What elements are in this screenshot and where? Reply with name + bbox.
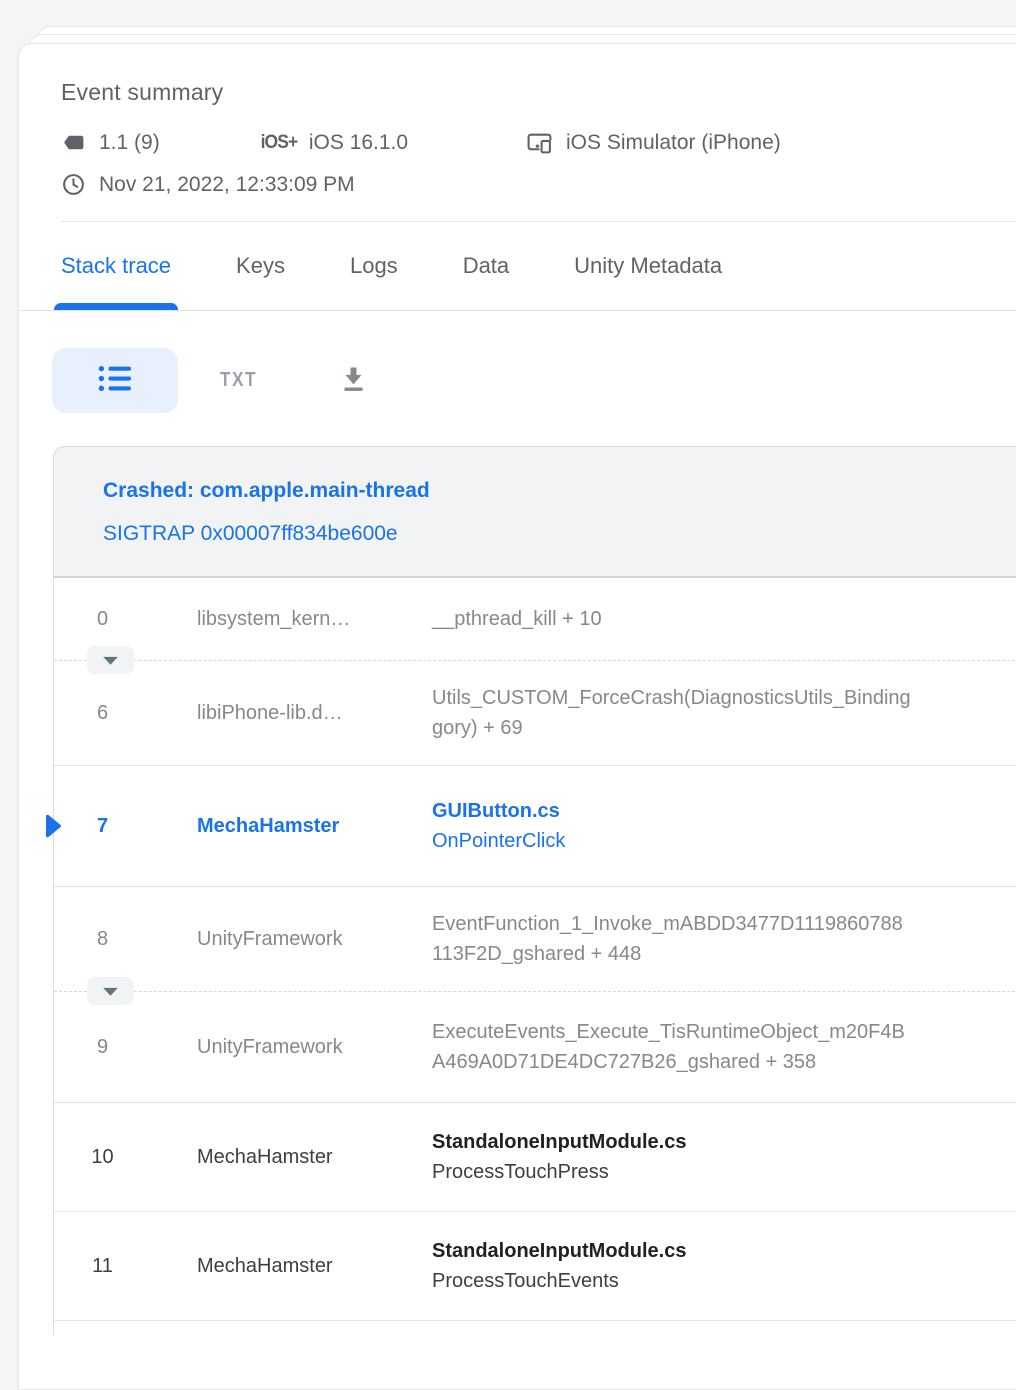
txt-view-button[interactable]: TXT xyxy=(220,369,257,392)
event-meta-row-1: 1.1 (9) iOS+ iOS 16.1.0 iOS Simulator (i… xyxy=(61,130,1016,155)
os-version-label: iOS 16.1.0 xyxy=(309,131,408,155)
frame-symbol: GUIButton.cs OnPointerClick xyxy=(432,796,1016,856)
frame-symbol: __pthread_kill + 10 xyxy=(432,604,1016,634)
frame-symbol: EventFunction_1_Invoke_mABDD3477D1119860… xyxy=(432,909,1016,969)
frame-library: UnityFramework xyxy=(151,928,432,951)
tab-keys[interactable]: Keys xyxy=(236,222,285,310)
event-meta-row-2: Nov 21, 2022, 12:33:09 PM xyxy=(61,172,1016,197)
crashed-thread-title: Crashed: com.apple.main-thread xyxy=(103,477,1016,505)
device-model: iOS Simulator (iPhone) xyxy=(526,130,781,155)
app-version-label: 1.1 (9) xyxy=(99,131,160,155)
symbol-line: Utils_CUSTOM_ForceCrash(DiagnosticsUtils… xyxy=(432,683,1016,713)
symbol-file: StandaloneInputModule.cs xyxy=(432,1236,1016,1266)
device-model-label: iOS Simulator (iPhone) xyxy=(566,131,781,155)
tab-label: Keys xyxy=(236,253,285,279)
active-tab-underline xyxy=(54,303,178,310)
event-timestamp: Nov 21, 2022, 12:33:09 PM xyxy=(61,172,355,197)
crash-frame-marker-icon xyxy=(44,813,62,839)
frame-symbol: StandaloneInputModule.cs ProcessTouchEve… xyxy=(432,1236,1016,1296)
symbol-line: gory) + 69 xyxy=(432,713,1016,743)
tab-label: Stack trace xyxy=(61,253,171,279)
symbol-file-link[interactable]: GUIButton.cs xyxy=(432,796,1016,826)
detail-tabs: Stack trace Keys Logs Data Unity Metadat… xyxy=(19,222,1016,311)
frame-library: UnityFramework xyxy=(151,1036,432,1059)
frame-symbol: ExecuteEvents_Execute_TisRuntimeObject_m… xyxy=(432,1017,1016,1077)
frame-row-10[interactable]: 10 MechaHamster StandaloneInputModule.cs… xyxy=(54,1103,1016,1212)
trace-toolbar: TXT xyxy=(19,311,1016,413)
clock-icon xyxy=(61,172,86,197)
event-timestamp-label: Nov 21, 2022, 12:33:09 PM xyxy=(99,173,355,197)
expand-frames-button[interactable] xyxy=(87,646,134,674)
frame-row-6[interactable]: 6 libiPhone-lib.d… Utils_CUSTOM_ForceCra… xyxy=(54,661,1016,766)
download-icon xyxy=(338,363,369,399)
frame-number: 0 xyxy=(54,608,151,631)
frame-number: 6 xyxy=(54,702,151,725)
tab-stack-trace[interactable]: Stack trace xyxy=(61,222,171,310)
frame-library: MechaHamster xyxy=(151,815,432,838)
tab-data[interactable]: Data xyxy=(463,222,509,310)
crashed-thread-header: Crashed: com.apple.main-thread SIGTRAP 0… xyxy=(53,446,1016,578)
frame-library: MechaHamster xyxy=(151,1146,432,1169)
symbol-line: ExecuteEvents_Execute_TisRuntimeObject_m… xyxy=(432,1017,1016,1047)
os-version: iOS+ iOS 16.1.0 xyxy=(259,131,526,155)
ios-icon: iOS+ xyxy=(261,132,298,154)
frame-library: libiPhone-lib.d… xyxy=(151,702,432,725)
frame-row-8[interactable]: 8 UnityFramework EventFunction_1_Invoke_… xyxy=(54,887,1016,992)
stack-trace-card: Crashed: com.apple.main-thread SIGTRAP 0… xyxy=(53,446,1016,1335)
list-view-icon xyxy=(97,363,134,399)
tab-label: Unity Metadata xyxy=(574,253,722,279)
version-tag-icon xyxy=(61,130,86,155)
crash-signal: SIGTRAP 0x00007ff834be600e xyxy=(103,520,1016,548)
frame-number: 10 xyxy=(54,1146,151,1169)
frame-symbol: Utils_CUSTOM_ForceCrash(DiagnosticsUtils… xyxy=(432,683,1016,743)
frame-symbol: StandaloneInputModule.cs ProcessTouchPre… xyxy=(432,1127,1016,1187)
frame-number: 11 xyxy=(54,1255,151,1278)
event-card: Event summary 1.1 (9) iOS+ iOS 16.1.0 xyxy=(18,43,1016,1390)
frame-library: MechaHamster xyxy=(151,1255,432,1278)
list-view-toggle-button[interactable] xyxy=(52,348,178,413)
symbol-line: 113F2D_gshared + 448 xyxy=(432,939,1016,969)
tab-label: Logs xyxy=(350,253,398,279)
app-version: 1.1 (9) xyxy=(61,130,259,155)
symbol-function: ProcessTouchPress xyxy=(432,1157,1016,1187)
symbol-line: EventFunction_1_Invoke_mABDD3477D1119860… xyxy=(432,909,1016,939)
tab-label: Data xyxy=(463,253,509,279)
frame-row-11[interactable]: 11 MechaHamster StandaloneInputModule.cs… xyxy=(54,1212,1016,1321)
frame-number: 8 xyxy=(54,928,151,951)
symbol-function: ProcessTouchEvents xyxy=(432,1266,1016,1296)
frame-row-0[interactable]: 0 libsystem_kern… __pthread_kill + 10 xyxy=(54,578,1016,661)
tab-logs[interactable]: Logs xyxy=(350,222,398,310)
download-button[interactable] xyxy=(338,363,369,399)
symbol-file: StandaloneInputModule.cs xyxy=(432,1127,1016,1157)
symbol-line: A469A0D71DE4DC727B26_gshared + 358 xyxy=(432,1047,1016,1077)
next-frame-row-partial xyxy=(54,1321,1016,1335)
frame-library: libsystem_kern… xyxy=(151,608,432,631)
page-title: Event summary xyxy=(61,79,1016,106)
tab-unity-metadata[interactable]: Unity Metadata xyxy=(574,222,722,310)
symbol-line: __pthread_kill + 10 xyxy=(432,604,1016,634)
event-summary-section: Event summary 1.1 (9) iOS+ iOS 16.1.0 xyxy=(19,44,1016,222)
frame-row-7-selected[interactable]: 7 MechaHamster GUIButton.cs OnPointerCli… xyxy=(54,766,1016,887)
frame-number: 9 xyxy=(54,1036,151,1059)
frame-number: 7 xyxy=(54,815,151,838)
frame-row-9[interactable]: 9 UnityFramework ExecuteEvents_Execute_T… xyxy=(54,992,1016,1103)
expand-frames-button[interactable] xyxy=(87,977,134,1005)
symbol-function-link[interactable]: OnPointerClick xyxy=(432,826,1016,856)
device-icon xyxy=(526,130,553,155)
